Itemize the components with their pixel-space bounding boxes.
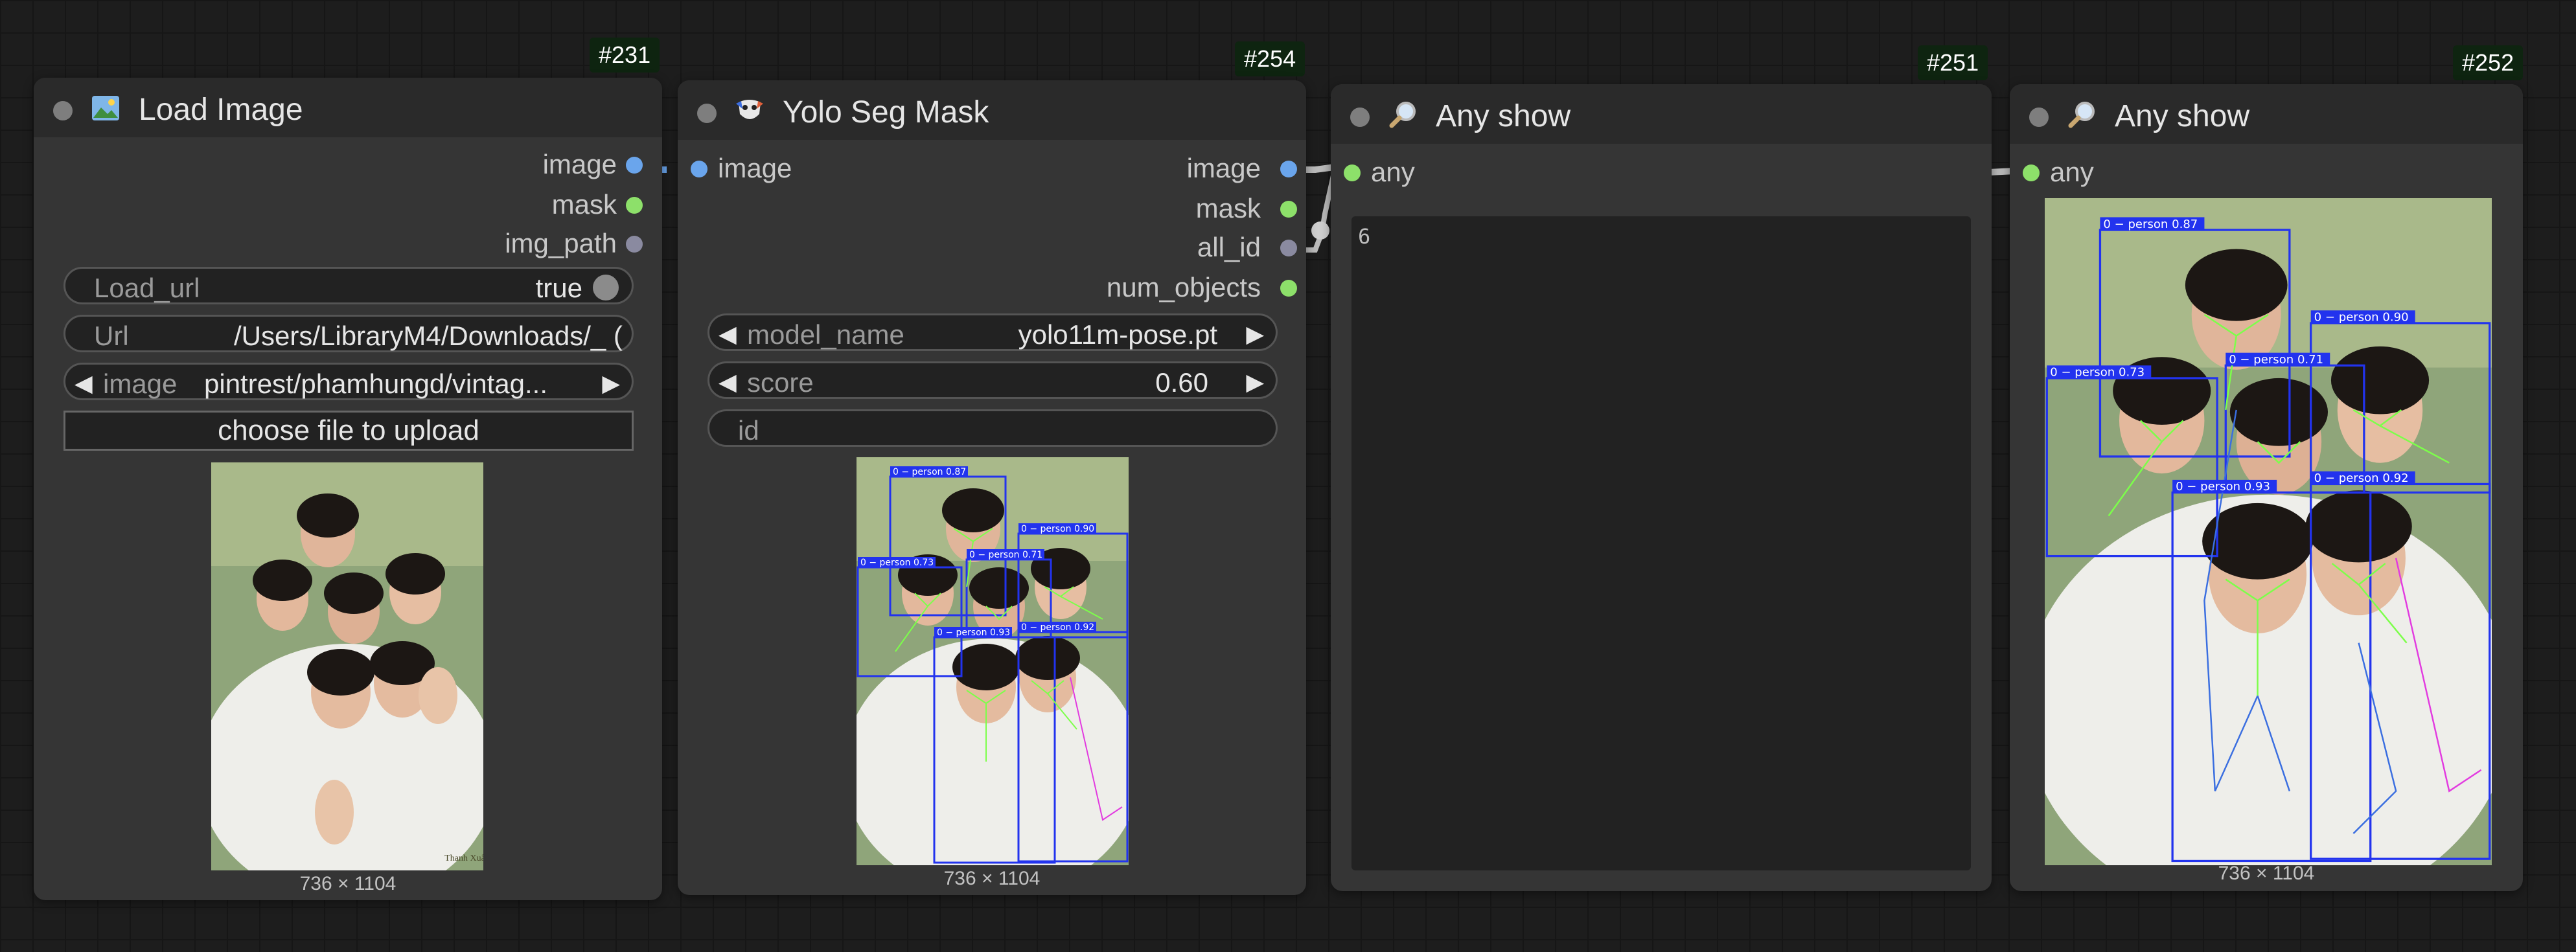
output-label-image: image xyxy=(542,149,617,179)
node-title: Any show xyxy=(2115,99,2250,133)
preview-image: Thanh Xuân xyxy=(211,462,483,870)
url-input[interactable]: Url /Users/LibraryM4/Downloads/_ ( xyxy=(63,315,634,352)
any-show-node-251[interactable]: Any show any 6 xyxy=(1331,84,1992,891)
prev-arrow-icon[interactable]: ◀ xyxy=(75,370,93,397)
node-id-badge-252: #252 xyxy=(2453,45,2524,80)
output-label-all-id: all_id xyxy=(1197,232,1261,262)
input-socket-any[interactable] xyxy=(1344,164,1361,181)
output-label-mask: mask xyxy=(1195,193,1261,223)
image-dimensions: 736 × 1104 xyxy=(2218,863,2315,884)
magnifier-icon xyxy=(2068,102,2095,128)
input-socket-any[interactable] xyxy=(2023,164,2040,181)
any-show-node-252[interactable]: Any show any 0 − person 0.87 0 − person … xyxy=(2010,84,2523,891)
widget-value: yolo11m-pose.pt xyxy=(1018,319,1217,350)
prev-arrow-icon[interactable]: ◀ xyxy=(719,321,737,348)
node-title: Yolo Seg Mask xyxy=(783,95,989,130)
detection-label: 0 − person 0.71 xyxy=(969,550,1042,560)
watermark-text: Thanh Xuân xyxy=(444,854,483,863)
detection-label: 0 − person 0.92 xyxy=(2314,471,2409,485)
decrement-arrow-icon[interactable]: ◀ xyxy=(719,368,737,396)
increment-arrow-icon[interactable]: ▶ xyxy=(1246,368,1264,396)
node-title: Any show xyxy=(1436,99,1571,133)
widget-label: Load_url xyxy=(94,273,200,303)
collapse-toggle[interactable] xyxy=(2029,108,2049,127)
collapse-toggle[interactable] xyxy=(53,101,73,120)
collapse-toggle[interactable] xyxy=(697,104,717,123)
node-header[interactable]: Any show xyxy=(2010,84,2523,144)
widget-label: score xyxy=(747,367,814,398)
detection-label: 0 − person 0.73 xyxy=(860,558,934,568)
output-socket-all-id[interactable] xyxy=(1280,240,1297,256)
widget-value: 0.60 xyxy=(1155,367,1208,398)
output-socket-img-path[interactable] xyxy=(626,236,643,253)
load-url-toggle[interactable]: Load_url true xyxy=(63,267,634,304)
output-label-num-objects: num_objects xyxy=(1106,272,1261,302)
output-label-img-path: img_path xyxy=(505,228,617,258)
widget-label: model_name xyxy=(747,319,904,350)
choose-file-button[interactable]: choose file to upload xyxy=(63,411,634,451)
image-combo[interactable]: ◀ image pintrest/phamhungd/vintag... ▶ xyxy=(63,363,634,400)
node-id-badge-251: #251 xyxy=(1918,45,1988,80)
magnifier-icon xyxy=(1389,102,1416,128)
output-socket-image[interactable] xyxy=(626,157,643,174)
detection-label: 0 − person 0.87 xyxy=(893,467,966,477)
input-label-any: any xyxy=(1371,157,1415,187)
detection-label: 0 − person 0.92 xyxy=(1021,622,1094,633)
load-image-node[interactable]: Load Image image mask img_path Load_url … xyxy=(34,78,662,900)
node-graph-canvas[interactable]: #231 #254 #251 #252 Load Image image mas… xyxy=(0,0,2576,952)
widget-value: /Users/LibraryM4/Downloads/_ ( xyxy=(234,321,623,351)
collapse-toggle[interactable] xyxy=(1350,108,1370,127)
output-socket-mask[interactable] xyxy=(626,197,643,214)
output-socket-image[interactable] xyxy=(1280,161,1297,177)
output-image-preview: 0 − person 0.87 0 − person 0.90 0 − pers… xyxy=(2045,198,2492,865)
image-dimensions: 736 × 1104 xyxy=(299,873,397,894)
widget-label: id xyxy=(738,415,759,446)
next-arrow-icon[interactable]: ▶ xyxy=(602,370,620,397)
output-text-display[interactable]: 6 xyxy=(1351,216,1971,870)
picture-icon xyxy=(92,96,119,120)
next-arrow-icon[interactable]: ▶ xyxy=(1246,321,1264,348)
node-header[interactable]: Yolo Seg Mask xyxy=(678,80,1306,140)
input-label-image: image xyxy=(718,153,792,183)
output-label-mask: mask xyxy=(551,189,617,220)
input-label-any: any xyxy=(2050,157,2094,187)
widget-label: Url xyxy=(94,321,129,351)
node-header[interactable]: Any show xyxy=(1331,84,1992,144)
detection-label: 0 − person 0.73 xyxy=(2050,366,2145,380)
preview-image-detections: 0 − person 0.87 0 − person 0.90 0 − pers… xyxy=(857,457,1129,865)
node-header[interactable]: Load Image xyxy=(34,78,662,137)
toggle-knob[interactable] xyxy=(593,275,619,300)
detection-label: 0 − person 0.93 xyxy=(937,628,1010,638)
model-name-combo[interactable]: ◀ model_name yolo11m-pose.pt ▶ xyxy=(707,313,1278,351)
widget-label: image xyxy=(103,368,178,399)
detection-label: 0 − person 0.71 xyxy=(2229,353,2323,367)
detection-label: 0 − person 0.93 xyxy=(2176,480,2270,493)
widget-value: pintrest/phamhungd/vintag... xyxy=(204,368,548,399)
detection-label: 0 − person 0.87 xyxy=(2103,218,2198,231)
widget-value: true xyxy=(535,273,582,303)
id-text-input[interactable]: id xyxy=(707,409,1278,447)
output-socket-mask[interactable] xyxy=(1280,201,1297,218)
node-id-badge-231: #231 xyxy=(590,38,660,73)
node-id-badge-254: #254 xyxy=(1235,41,1305,76)
yolo-seg-mask-node[interactable]: Yolo Seg Mask image image mask all_id nu… xyxy=(678,80,1306,895)
node-title: Load Image xyxy=(139,93,303,127)
score-number-input[interactable]: ◀ score 0.60 ▶ xyxy=(707,361,1278,399)
detection-label: 0 − person 0.90 xyxy=(1021,524,1094,534)
mask-icon xyxy=(736,100,763,119)
output-socket-num-objects[interactable] xyxy=(1280,280,1297,297)
image-dimensions: 736 × 1104 xyxy=(943,868,1041,889)
detection-label: 0 − person 0.90 xyxy=(2314,311,2409,324)
output-label-image: image xyxy=(1186,153,1261,183)
input-socket-image[interactable] xyxy=(691,161,707,177)
